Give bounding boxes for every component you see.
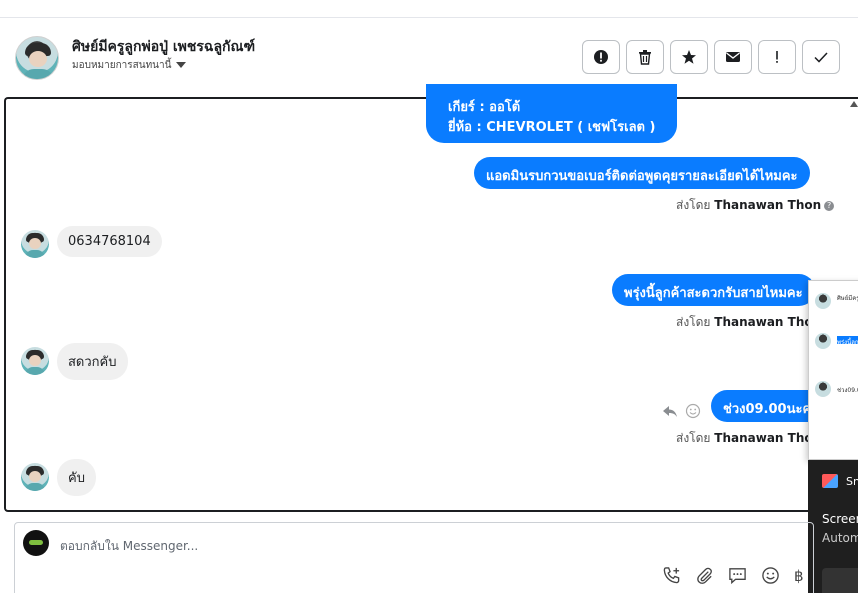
- preview-popup[interactable]: ศิษย์มีครู มอบหม พรุ่งนี้ลูกค้า ช่วง09.0…: [808, 280, 858, 460]
- toast-title: Screen: [822, 512, 858, 526]
- contact-avatar[interactable]: [15, 36, 59, 80]
- caret-down-icon: [176, 62, 187, 68]
- mini-avatar: [815, 381, 831, 397]
- sent-by-label: ส่งโดย Thanawan Thon: [676, 313, 821, 332]
- sent-by-prefix: ส่งโดย: [676, 431, 711, 445]
- mark-spam-button[interactable]: [582, 40, 620, 74]
- outgoing-message[interactable]: แอดมินรบกวนขอเบอร์ติดต่อพูดคุยรายละเอียด…: [474, 157, 810, 189]
- preview-text: ช่วง09.00: [837, 387, 858, 394]
- incoming-message[interactable]: สดวกคับ: [57, 343, 128, 380]
- exclamation-icon: [776, 51, 778, 63]
- star-button[interactable]: [670, 40, 708, 74]
- mark-unread-button[interactable]: [714, 40, 752, 74]
- envelope-icon: [726, 52, 740, 62]
- sent-by-label: ส่งโดย Thanawan Thon?: [676, 196, 835, 215]
- customer-avatar: [21, 347, 49, 375]
- checkmark-icon: [814, 52, 828, 63]
- incoming-message[interactable]: คับ: [57, 459, 96, 496]
- preview-text: พรุ่งนี้ลูกค้า: [837, 339, 858, 346]
- follow-up-button[interactable]: [758, 40, 796, 74]
- sender-name: Thanawan Thon: [714, 431, 822, 445]
- mark-done-button[interactable]: [802, 40, 840, 74]
- scroll-up-arrow-icon[interactable]: [850, 101, 858, 107]
- toast-app-name: Sn: [846, 475, 858, 488]
- outgoing-message[interactable]: เกียร์ : ออโต้ ยี่ห้อ : CHEVROLET ( เชฟโ…: [426, 84, 678, 143]
- sender-name: Thanawan Thon: [714, 315, 822, 329]
- star-icon: [682, 50, 696, 64]
- sent-by-prefix: ส่งโดย: [676, 315, 711, 329]
- composer-actions: ฿: [662, 566, 804, 585]
- exclamation-circle-icon: [594, 50, 608, 64]
- conversation-toolbar: [582, 40, 840, 74]
- incoming-message[interactable]: 0634768104: [57, 226, 162, 257]
- emoji-icon[interactable]: [761, 566, 780, 585]
- contact-name[interactable]: ศิษย์มีครูลูกพ่อปู่ เพชรฉลูกัณฑ์: [72, 36, 255, 58]
- delete-button[interactable]: [626, 40, 664, 74]
- phone-add-icon[interactable]: [662, 566, 681, 585]
- payment-icon[interactable]: ฿: [794, 567, 804, 585]
- customer-avatar: [21, 230, 49, 258]
- message-line: ยี่ห้อ : CHEVROLET ( เชฟโรเลต ): [448, 120, 656, 135]
- assign-conversation-dropdown[interactable]: มอบหมายการสนทนานี้: [72, 58, 187, 73]
- toast-action-button[interactable]: [822, 568, 858, 593]
- notification-toast[interactable]: Sn Screen Autom: [808, 460, 858, 593]
- sent-by-label: ส่งโดย Thanawan Thon: [676, 429, 821, 448]
- attachment-icon[interactable]: [695, 566, 714, 585]
- toast-body: Autom: [822, 531, 858, 545]
- sent-by-prefix: ส่งโดย: [676, 198, 711, 212]
- top-divider: [0, 17, 858, 18]
- message-line: เกียร์ : ออโต้: [448, 100, 521, 115]
- preview-text: ศิษย์มีครู มอบหม: [837, 295, 858, 302]
- reply-icon[interactable]: [662, 403, 678, 419]
- help-icon[interactable]: ?: [824, 200, 835, 211]
- snipping-tool-icon: [822, 474, 838, 488]
- customer-avatar: [21, 463, 49, 491]
- react-emoji-icon[interactable]: [685, 403, 701, 419]
- reply-input[interactable]: ตอบกลับใน Messenger...: [60, 537, 198, 556]
- saved-replies-icon[interactable]: [728, 566, 747, 585]
- outgoing-message[interactable]: พรุ่งนี้ลูกค้าสะดวกรับสายไหมคะ: [612, 274, 815, 306]
- sender-name: Thanawan Thon: [714, 198, 822, 212]
- page-avatar: [23, 530, 49, 556]
- assign-label: มอบหมายการสนทนานี้: [72, 60, 172, 71]
- trash-icon: [639, 50, 651, 65]
- mini-avatar: [815, 293, 831, 309]
- mini-avatar: [815, 333, 831, 349]
